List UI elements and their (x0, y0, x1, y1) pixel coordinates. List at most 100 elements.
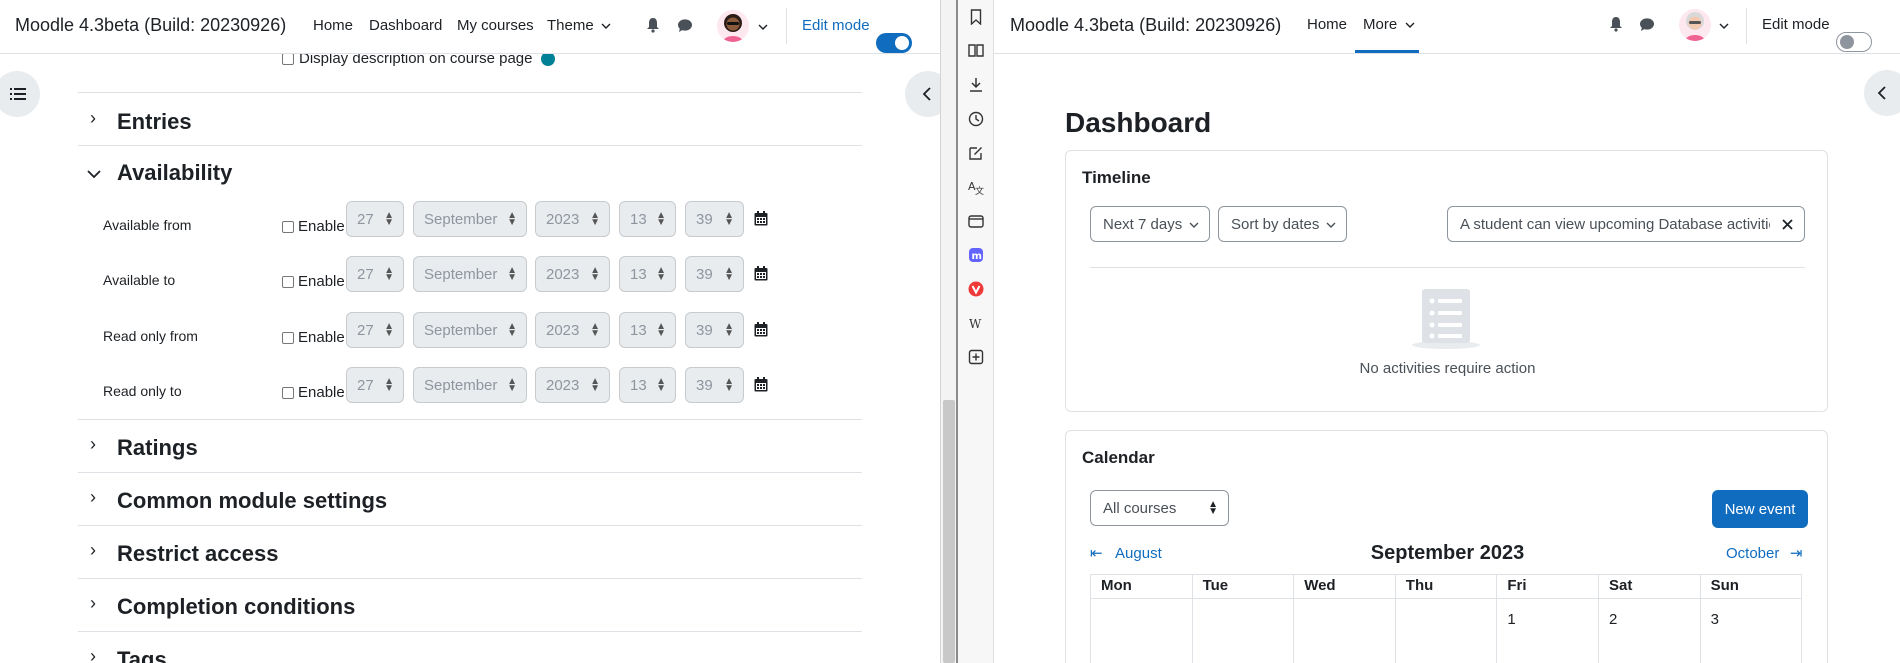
calendar-icon[interactable] (754, 377, 768, 392)
hour-select[interactable]: 13 ▲ ▼ (619, 256, 676, 292)
wikipedia-icon[interactable]: W (968, 315, 984, 331)
section-title[interactable]: Availability (117, 160, 232, 186)
nav-dashboard[interactable]: Dashboard (369, 17, 442, 34)
notifications-bell-icon[interactable] (1609, 16, 1623, 32)
timeline-search-input[interactable]: A student can view upcoming Database act… (1447, 206, 1805, 242)
user-menu-chevron-icon[interactable] (1719, 22, 1729, 30)
day-select[interactable]: 27 ▲ ▼ (346, 256, 404, 292)
edit-mode-toggle[interactable] (1836, 31, 1872, 52)
month-select-value: September (424, 210, 498, 228)
hour-select-value: 13 (630, 376, 647, 394)
minute-select[interactable]: 39 ▲ ▼ (685, 201, 744, 237)
notes-edit-icon[interactable] (968, 145, 984, 161)
minute-select[interactable]: 39 ▲ ▼ (685, 367, 744, 403)
enable-label: Enable (298, 273, 345, 290)
help-icon[interactable] (541, 54, 555, 66)
calendar-course-filter-label: All courses (1103, 499, 1177, 517)
edit-mode-toggle[interactable] (876, 32, 912, 53)
left-window-scrollbar[interactable] (940, 0, 958, 663)
enable-checkbox[interactable] (282, 276, 294, 288)
timeline-day-filter[interactable]: Next 7 days (1090, 206, 1210, 242)
course-index-toggle[interactable] (0, 71, 40, 117)
messages-chat-icon[interactable] (1639, 17, 1655, 32)
display-description-checkbox[interactable] (282, 54, 294, 65)
minute-select[interactable]: 39 ▲ ▼ (685, 312, 744, 348)
calendar-day-cell[interactable]: 3 (1711, 611, 1719, 628)
bookmark-icon[interactable] (970, 9, 982, 25)
add-panel-icon[interactable] (968, 349, 984, 365)
wallet-icon[interactable] (968, 213, 984, 229)
site-brand[interactable]: Moodle 4.3beta (Build: 20230926) (15, 15, 286, 36)
day-select[interactable]: 27 ▲ ▼ (346, 312, 404, 348)
month-select[interactable]: September ▲ ▼ (413, 201, 527, 237)
timeline-sort[interactable]: Sort by dates (1218, 206, 1347, 242)
select-arrows-icon: ▲ ▼ (507, 210, 517, 228)
block-drawer-toggle[interactable] (1864, 70, 1900, 116)
section-ratings[interactable]: › Ratings (78, 420, 862, 473)
section-entries[interactable]: › Entries (78, 92, 862, 146)
month-select[interactable]: September ▲ ▼ (413, 367, 527, 403)
year-select[interactable]: 2023 ▲ ▼ (535, 256, 610, 292)
section-completion-conditions[interactable]: › Completion conditions (78, 579, 862, 632)
nav-home[interactable]: Home (1307, 16, 1347, 33)
history-icon[interactable] (968, 111, 984, 127)
notifications-bell-icon[interactable] (646, 17, 660, 33)
calendar-day-cell[interactable]: 1 (1507, 611, 1515, 628)
left-window: Moodle 4.3beta (Build: 20230926) Home Da… (0, 0, 940, 663)
chevron-down-icon[interactable] (87, 169, 101, 179)
clear-search-icon[interactable] (1782, 219, 1793, 230)
day-select[interactable]: 27 ▲ ▼ (346, 367, 404, 403)
block-drawer-toggle[interactable] (905, 71, 940, 117)
calendar-course-filter[interactable]: All courses ▲ ▼ (1090, 490, 1229, 526)
year-select[interactable]: 2023 ▲ ▼ (535, 201, 610, 237)
calendar-icon[interactable] (754, 322, 768, 337)
section-title: Common module settings (117, 488, 388, 513)
calendar-column-line (1496, 574, 1498, 663)
nav-my-courses[interactable]: My courses (457, 17, 534, 34)
minute-select[interactable]: 39 ▲ ▼ (685, 256, 744, 292)
section-common-module-settings[interactable]: › Common module settings (78, 473, 862, 526)
nav-more[interactable]: More (1363, 16, 1415, 34)
reading-list-icon[interactable] (968, 43, 984, 57)
enable-checkbox[interactable] (282, 221, 294, 233)
user-menu-chevron-icon[interactable] (758, 23, 768, 31)
section-tags[interactable]: › Tags (78, 632, 862, 663)
month-select[interactable]: September ▲ ▼ (413, 312, 527, 348)
hour-select[interactable]: 13 ▲ ▼ (619, 201, 676, 237)
year-select[interactable]: 2023 ▲ ▼ (535, 312, 610, 348)
month-select[interactable]: September ▲ ▼ (413, 256, 527, 292)
weekday-header: Sat (1609, 577, 1633, 594)
download-icon[interactable] (968, 77, 984, 93)
enable-checkbox[interactable] (282, 332, 294, 344)
user-avatar[interactable] (1679, 9, 1711, 41)
scrollbar-thumb[interactable] (943, 400, 955, 663)
nav-home[interactable]: Home (313, 17, 353, 34)
navbar-divider (786, 8, 787, 44)
next-month-link[interactable]: October ⇥ (1726, 544, 1802, 563)
select-arrows-icon: ▲ ▼ (590, 321, 600, 339)
calendar-icon[interactable] (754, 266, 768, 281)
chevron-left-icon (1877, 86, 1886, 100)
year-select[interactable]: 2023 ▲ ▼ (535, 367, 610, 403)
enable-checkbox[interactable] (282, 387, 294, 399)
vivaldi-icon[interactable] (968, 281, 984, 297)
translate-icon[interactable]: A文 (968, 179, 984, 195)
calendar-day-cell[interactable]: 2 (1609, 611, 1617, 628)
calendar-icon[interactable] (754, 211, 768, 226)
new-event-button[interactable]: New event (1712, 490, 1808, 528)
user-avatar[interactable] (717, 10, 749, 42)
mastodon-icon[interactable]: m (968, 247, 984, 263)
hour-select[interactable]: 13 ▲ ▼ (619, 367, 676, 403)
messages-chat-icon[interactable] (677, 18, 693, 33)
nav-theme[interactable]: Theme (547, 17, 611, 35)
timeline-day-filter-label: Next 7 days (1103, 215, 1183, 233)
day-select[interactable]: 27 ▲ ▼ (346, 201, 404, 237)
minute-select-value: 39 (696, 210, 713, 228)
empty-list-icon (1412, 289, 1480, 349)
site-brand[interactable]: Moodle 4.3beta (Build: 20230926) (1010, 15, 1281, 36)
hour-select[interactable]: 13 ▲ ▼ (619, 312, 676, 348)
navbar-divider (1746, 8, 1747, 44)
section-restrict-access[interactable]: › Restrict access (78, 526, 862, 579)
calendar-column-line (1598, 574, 1599, 663)
calendar-column-line (1191, 574, 1193, 663)
